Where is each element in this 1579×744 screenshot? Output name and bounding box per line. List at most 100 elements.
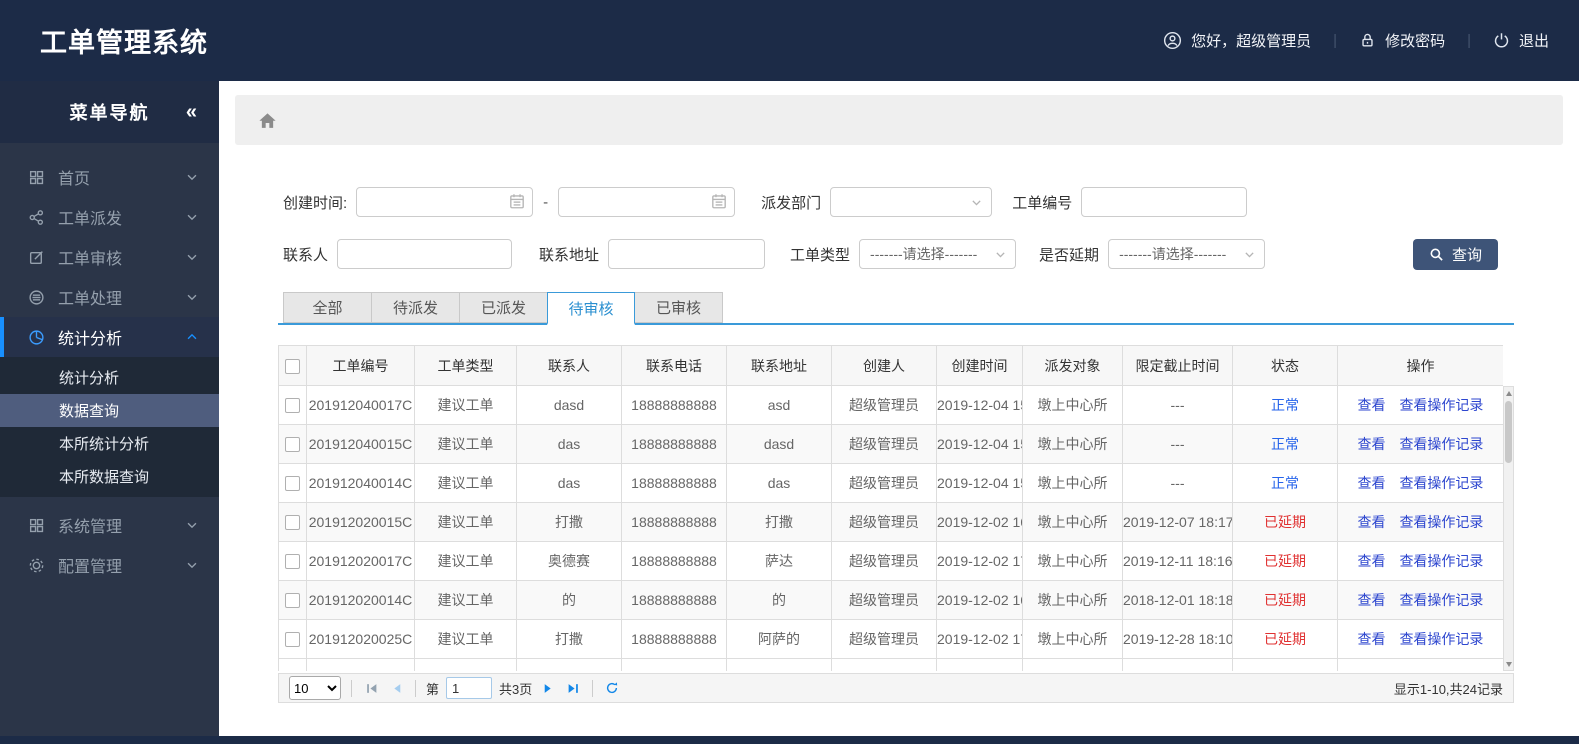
breadcrumb	[235, 95, 1563, 145]
search-button[interactable]: 查询	[1412, 239, 1498, 270]
view-link[interactable]: 查看	[1358, 475, 1386, 491]
view-link[interactable]: 查看	[1358, 436, 1386, 452]
order-no-label: 工单编号	[1012, 194, 1073, 212]
view-link[interactable]: 查看	[1358, 553, 1386, 569]
row-checkbox[interactable]	[285, 476, 300, 492]
chevron-down-icon	[185, 210, 199, 224]
sidebar-item-label: 首页	[58, 171, 91, 188]
cell-phone	[621, 658, 727, 671]
created-from-field	[356, 187, 534, 217]
row-checkbox[interactable]	[285, 515, 300, 531]
sidebar-subitem-statistics[interactable]: 统计分析	[0, 361, 219, 394]
row-checkbox[interactable]	[285, 437, 300, 453]
sidebar-item-review[interactable]: 工单审核	[0, 237, 219, 277]
change-password-link[interactable]: 修改密码	[1359, 30, 1445, 51]
view-link[interactable]: 查看	[1358, 592, 1386, 608]
view-log-link[interactable]: 查看操作记录	[1399, 592, 1483, 608]
view-log-link[interactable]: 查看操作记录	[1399, 514, 1483, 530]
last-page-icon[interactable]	[564, 679, 582, 697]
sidebar-item-dispatch[interactable]: 工单派发	[0, 197, 219, 237]
cell-address: 的	[726, 580, 832, 620]
row-checkbox[interactable]	[285, 593, 300, 609]
sidebar-item-home[interactable]: 首页	[0, 157, 219, 197]
sidebar-subitem-local-statistics[interactable]: 本所统计分析	[0, 427, 219, 460]
status-badge: 正常	[1232, 424, 1338, 464]
row-checkbox-cell	[278, 463, 307, 503]
contact-address-input[interactable]	[608, 239, 766, 269]
home-icon[interactable]	[257, 110, 278, 131]
calendar-icon[interactable]	[508, 192, 526, 210]
sidebar-subitem-data-query[interactable]: 数据查询	[0, 394, 219, 427]
prev-page-icon[interactable]	[387, 679, 405, 697]
is-delayed-select[interactable]: -------请选择-------	[1108, 239, 1266, 269]
created-to-input[interactable]	[558, 187, 736, 217]
cell-order-id: 201912020015C	[306, 502, 415, 542]
refresh-icon[interactable]	[603, 679, 621, 697]
chevron-down-icon	[185, 170, 199, 184]
contact-label: 联系人	[283, 246, 329, 264]
chevron-down-icon	[185, 518, 199, 532]
sidebar-item-process[interactable]: 工单处理	[0, 277, 219, 317]
view-log-link[interactable]: 查看操作记录	[1399, 397, 1483, 413]
view-link[interactable]: 查看	[1358, 631, 1386, 647]
tab-dispatched[interactable]: 已派发	[459, 292, 547, 323]
row-checkbox[interactable]	[285, 398, 300, 414]
cell-contact: 的	[516, 580, 622, 620]
table-scrollbar[interactable]	[1503, 386, 1514, 671]
column-header: 创建人	[831, 345, 937, 386]
sidebar-item-system[interactable]: 系统管理	[0, 505, 219, 545]
contact-address-label: 联系地址	[539, 246, 600, 264]
view-log-link[interactable]: 查看操作记录	[1399, 631, 1483, 647]
cell-actions: 查看 查看操作记录	[1337, 424, 1503, 464]
sidebar-item-statistics[interactable]: 统计分析	[0, 317, 219, 357]
scrollbar-thumb[interactable]	[1505, 401, 1512, 463]
page-number-input[interactable]	[446, 677, 493, 699]
page-prefix-label: 第	[426, 681, 440, 697]
tab-to-dispatch[interactable]: 待派发	[371, 292, 459, 323]
next-page-icon[interactable]	[539, 679, 557, 697]
view-log-link[interactable]: 查看操作记录	[1399, 475, 1483, 491]
cell-created-time: 2019-12-04 15	[936, 385, 1023, 425]
sidebar-item-config[interactable]: 配置管理	[0, 545, 219, 585]
order-type-select[interactable]: -------请选择-------	[859, 239, 1017, 269]
menu-divider	[0, 497, 219, 505]
cell-order-id: 201912020017C	[306, 541, 415, 581]
sidebar-item-label: 统计分析	[58, 331, 123, 348]
table-row: 201912040017C 建议工单 dasd 18888888888 asd …	[278, 385, 1503, 425]
cell-address: 阿萨的	[726, 619, 832, 659]
modules-icon	[28, 517, 45, 534]
tab-all[interactable]: 全部	[283, 292, 371, 323]
calendar-icon[interactable]	[710, 192, 728, 210]
sidebar-header: 菜单导航 «	[0, 81, 219, 143]
view-log-link[interactable]: 查看操作记录	[1399, 436, 1483, 452]
select-all-checkbox[interactable]	[285, 358, 300, 374]
contact-input[interactable]	[337, 239, 513, 269]
created-from-input[interactable]	[356, 187, 534, 217]
user-greeting[interactable]: 您好，超级管理员	[1163, 30, 1311, 51]
row-checkbox[interactable]	[285, 632, 300, 648]
cell-order-type	[414, 658, 517, 671]
order-no-input[interactable]	[1081, 187, 1248, 217]
per-page-select[interactable]: 10	[289, 676, 341, 700]
cell-address: asd	[726, 385, 832, 425]
dispatch-dept-select[interactable]	[830, 187, 993, 217]
view-log-link[interactable]: 查看操作记录	[1399, 553, 1483, 569]
chevron-down-icon	[185, 558, 199, 572]
cell-contact: das	[516, 463, 622, 503]
sidebar-subitem-local-data-query[interactable]: 本所数据查询	[0, 460, 219, 493]
change-password-text: 修改密码	[1385, 33, 1446, 50]
pagination-divider	[415, 679, 416, 697]
cell-contact: 奥德赛	[516, 541, 622, 581]
status-badge: 正常	[1232, 385, 1338, 425]
row-checkbox[interactable]	[285, 554, 300, 570]
scroll-down-arrow-icon[interactable]	[1504, 658, 1513, 670]
tab-reviewed[interactable]: 已审核	[635, 292, 723, 323]
view-link[interactable]: 查看	[1358, 397, 1386, 413]
first-page-icon[interactable]	[362, 679, 380, 697]
logout-link[interactable]: 退出	[1493, 30, 1549, 51]
sidebar-collapse-button[interactable]: «	[186, 101, 197, 124]
view-link[interactable]: 查看	[1358, 514, 1386, 530]
cell-dispatch-target: 墩上中心所	[1022, 463, 1123, 503]
tab-to-review[interactable]: 待审核	[547, 292, 635, 325]
scroll-up-arrow-icon[interactable]	[1504, 387, 1513, 399]
